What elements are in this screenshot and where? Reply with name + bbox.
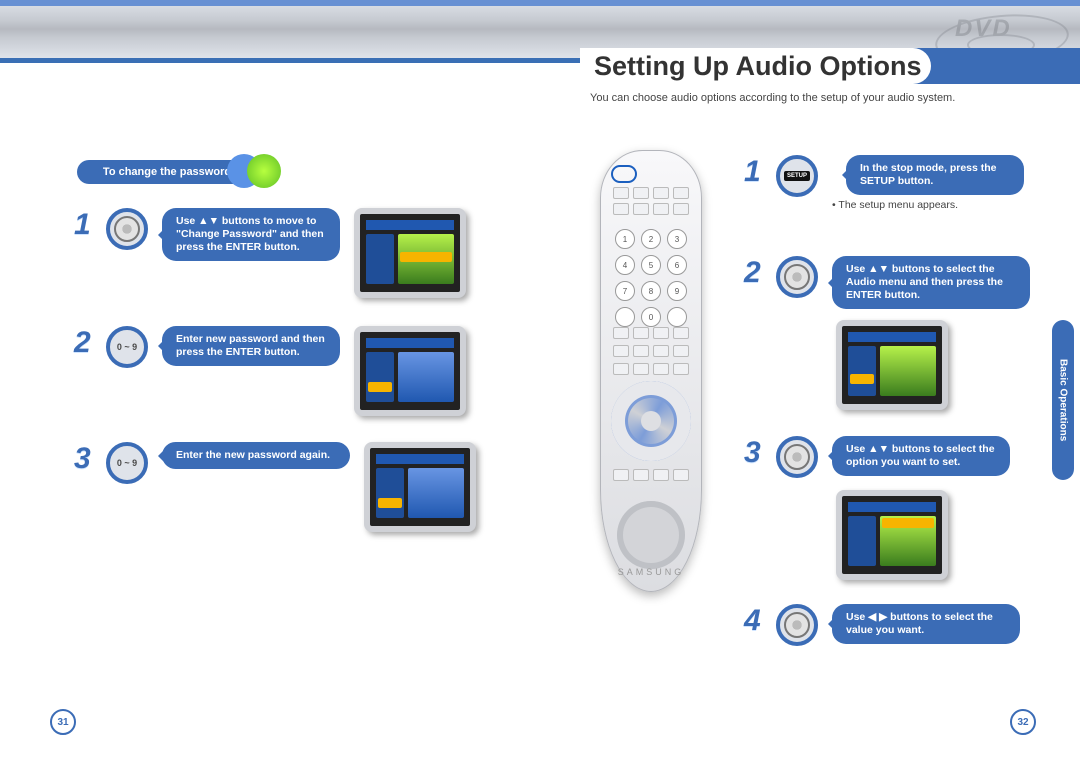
step-instruction: Enter new password and then press the EN… [162, 326, 340, 366]
step-instruction: Enter the new password again. [162, 442, 350, 469]
dpad-icon [776, 256, 818, 298]
step-instruction: Use ◀ ▶ buttons to select the value you … [832, 604, 1020, 644]
number-keys-icon: 0 ~ 9 [106, 442, 148, 484]
screen-thumbnail [836, 320, 948, 410]
screen-thumbnail [364, 442, 476, 532]
remote-row-buttons [613, 187, 689, 199]
right-step-4: 4 Use ◀ ▶ buttons to select the value yo… [744, 604, 1020, 646]
jog-wheel-icon [617, 501, 685, 569]
dvd-logo-text: DVD [955, 15, 1012, 43]
step-instruction: Use ▲▼ buttons to move to "Change Passwo… [162, 208, 340, 261]
page-number-left: 31 [50, 709, 76, 735]
remote-row-buttons [613, 363, 689, 375]
step-instruction: Use ▲▼ buttons to select the Audio menu … [832, 256, 1030, 309]
step-number: 3 [744, 436, 776, 470]
intro-text: You can choose audio options according t… [590, 92, 955, 104]
left-step-2: 2 0 ~ 9 Enter new password and then pres… [74, 326, 466, 416]
right-step-1: 1 In the stop mode, press the SETUP butt… [744, 155, 1024, 211]
remote-numpad: 123 456 789 0 [615, 229, 687, 327]
section-tab: Basic Operations [1052, 320, 1074, 480]
dpad-icon [776, 436, 818, 478]
screen-thumbnail [354, 326, 466, 416]
page-title: Setting Up Audio Options [580, 48, 931, 84]
step-number: 1 [74, 208, 106, 242]
screen-thumbnail [836, 490, 948, 580]
page-title-bar: Setting Up Audio Options [580, 48, 1080, 84]
number-keys-icon: 0 ~ 9 [106, 326, 148, 368]
step-number: 2 [74, 326, 106, 360]
step-number: 4 [744, 604, 776, 638]
step-note: • The setup menu appears. [832, 199, 1024, 211]
step-instruction: Use ▲▼ buttons to select the option you … [832, 436, 1010, 476]
right-step-2: 2 Use ▲▼ buttons to select the Audio men… [744, 256, 1030, 309]
remote-control: 123 456 789 0 SAMSUNG [600, 150, 702, 592]
dpad-icon [776, 604, 818, 646]
page-number-right: 32 [1010, 709, 1036, 735]
power-button-icon [611, 165, 637, 183]
step-number: 2 [744, 256, 776, 290]
dpad-icon [106, 208, 148, 250]
dpad-ring-icon [611, 381, 691, 461]
left-step-3: 3 0 ~ 9 Enter the new password again. [74, 442, 476, 532]
remote-row-buttons [613, 327, 689, 339]
remote-brand: SAMSUNG [601, 567, 701, 577]
remote-row-buttons [613, 203, 689, 215]
step-instruction: In the stop mode, press the SETUP button… [846, 155, 1024, 195]
remote-row-buttons [613, 345, 689, 357]
step-number: 1 [744, 155, 776, 189]
remote-row-buttons [613, 469, 689, 481]
setup-button-icon [776, 155, 818, 197]
screen-thumbnail [354, 208, 466, 298]
right-step-3: 3 Use ▲▼ buttons to select the option yo… [744, 436, 1010, 478]
step-number: 3 [74, 442, 106, 476]
left-step-1: 1 Use ▲▼ buttons to move to "Change Pass… [74, 208, 466, 298]
